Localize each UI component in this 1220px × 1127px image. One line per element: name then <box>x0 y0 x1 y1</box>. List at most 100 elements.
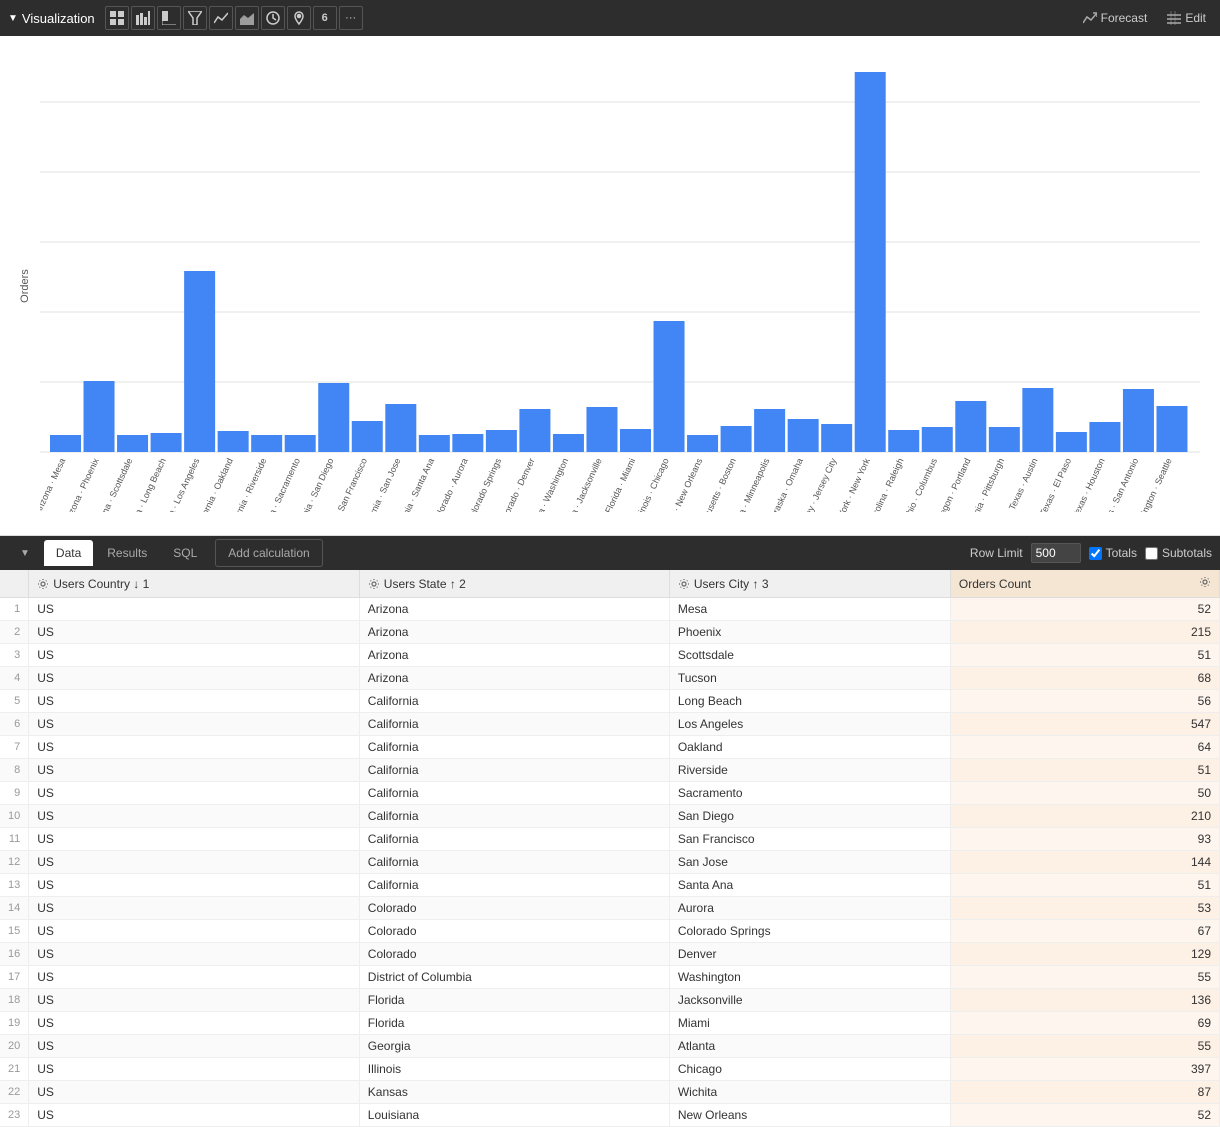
col-header-orders: Orders Count <box>950 570 1219 598</box>
clock-icon[interactable] <box>261 6 285 30</box>
cell-country: US <box>29 1104 360 1127</box>
row-number: 19 <box>0 1012 29 1035</box>
cell-country: US <box>29 897 360 920</box>
gear-icon-state[interactable] <box>368 578 380 590</box>
row-limit-input[interactable]: 500 <box>1031 543 1081 563</box>
cell-orders: 68 <box>950 667 1219 690</box>
row-number: 12 <box>0 851 29 874</box>
row-number: 8 <box>0 759 29 782</box>
totals-checkbox-label[interactable]: Totals <box>1089 546 1137 560</box>
cell-orders: 93 <box>950 828 1219 851</box>
cell-state: Florida <box>359 989 669 1012</box>
cell-state: Arizona <box>359 621 669 644</box>
bar[interactable] <box>553 434 584 452</box>
cell-orders: 129 <box>950 943 1219 966</box>
row-number: 22 <box>0 1081 29 1104</box>
grid-icon[interactable] <box>105 6 129 30</box>
row-number: 1 <box>0 598 29 621</box>
table-row: 20 US Georgia Atlanta 55 <box>0 1035 1220 1058</box>
bar[interactable] <box>251 435 282 452</box>
cell-country: US <box>29 989 360 1012</box>
bar[interactable] <box>821 424 852 452</box>
bar[interactable] <box>1056 432 1087 452</box>
bar[interactable] <box>1123 389 1154 452</box>
bar-chart-icon[interactable] <box>131 6 155 30</box>
bar[interactable] <box>654 321 685 452</box>
col-label-state: Users State ↑ 2 <box>384 577 466 591</box>
bar[interactable] <box>452 434 483 452</box>
edit-button[interactable]: Edit <box>1161 7 1212 29</box>
bar[interactable] <box>519 409 550 452</box>
bar[interactable] <box>1022 388 1053 452</box>
cell-city: Sacramento <box>669 782 950 805</box>
bar[interactable] <box>285 435 316 452</box>
cell-country: US <box>29 943 360 966</box>
cell-country: US <box>29 966 360 989</box>
bar[interactable] <box>486 430 517 452</box>
bar[interactable] <box>50 435 81 452</box>
cell-orders: 136 <box>950 989 1219 1012</box>
bar[interactable] <box>687 435 718 452</box>
bar[interactable] <box>1089 422 1120 452</box>
bar[interactable] <box>721 426 752 452</box>
table-row: 19 US Florida Miami 69 <box>0 1012 1220 1035</box>
bar[interactable] <box>218 431 249 452</box>
cell-country: US <box>29 736 360 759</box>
tab-sql[interactable]: SQL <box>161 540 209 566</box>
panel-dropdown[interactable]: ▼ <box>8 542 42 565</box>
bar[interactable] <box>855 72 886 452</box>
bar[interactable] <box>620 429 651 452</box>
cell-country: US <box>29 1035 360 1058</box>
map-icon[interactable] <box>287 6 311 30</box>
bar[interactable] <box>117 435 148 452</box>
cell-country: US <box>29 713 360 736</box>
col-label-city: Users City ↑ 3 <box>694 577 769 591</box>
bar[interactable] <box>419 435 450 452</box>
cell-orders: 55 <box>950 1035 1219 1058</box>
line-chart-icon[interactable] <box>209 6 233 30</box>
cell-country: US <box>29 828 360 851</box>
funnel-icon[interactable] <box>183 6 207 30</box>
table-row: 17 US District of Columbia Washington 55 <box>0 966 1220 989</box>
scatter-icon[interactable] <box>157 6 181 30</box>
cell-city: Colorado Springs <box>669 920 950 943</box>
bar[interactable] <box>788 419 819 452</box>
bar[interactable] <box>151 433 182 452</box>
bar[interactable] <box>84 381 115 452</box>
add-calculation-button[interactable]: Add calculation <box>215 539 322 567</box>
gear-icon-orders[interactable] <box>1199 576 1211 588</box>
more-icon[interactable]: ··· <box>339 6 363 30</box>
bar[interactable] <box>586 407 617 452</box>
gear-icon-city[interactable] <box>678 578 690 590</box>
number-icon[interactable]: 6 <box>313 6 337 30</box>
cell-country: US <box>29 1012 360 1035</box>
totals-checkbox[interactable] <box>1089 547 1102 560</box>
cell-city: Denver <box>669 943 950 966</box>
bar[interactable] <box>922 427 953 452</box>
bar[interactable] <box>184 271 215 452</box>
x-axis-label: US · Texas · Austin <box>998 457 1039 512</box>
bar[interactable] <box>352 421 383 452</box>
bar[interactable] <box>955 401 986 452</box>
cell-orders: 87 <box>950 1081 1219 1104</box>
row-number: 2 <box>0 621 29 644</box>
forecast-button[interactable]: Forecast <box>1077 7 1154 29</box>
subtotals-checkbox[interactable] <box>1145 547 1158 560</box>
bar[interactable] <box>888 430 919 452</box>
area-chart-icon[interactable] <box>235 6 259 30</box>
table-row: 15 US Colorado Colorado Springs 67 <box>0 920 1220 943</box>
tab-results[interactable]: Results <box>95 540 159 566</box>
bar[interactable] <box>989 427 1020 452</box>
bar[interactable] <box>318 383 349 452</box>
bar[interactable] <box>754 409 785 452</box>
row-number: 15 <box>0 920 29 943</box>
cell-state: Florida <box>359 1012 669 1035</box>
tab-data[interactable]: Data <box>44 540 93 566</box>
row-number: 11 <box>0 828 29 851</box>
gear-icon-country[interactable] <box>37 578 49 590</box>
dropdown-arrow[interactable]: ▼ <box>8 13 18 24</box>
cell-country: US <box>29 644 360 667</box>
bar[interactable] <box>1156 406 1187 452</box>
subtotals-checkbox-label[interactable]: Subtotals <box>1145 546 1212 560</box>
bar[interactable] <box>385 404 416 452</box>
